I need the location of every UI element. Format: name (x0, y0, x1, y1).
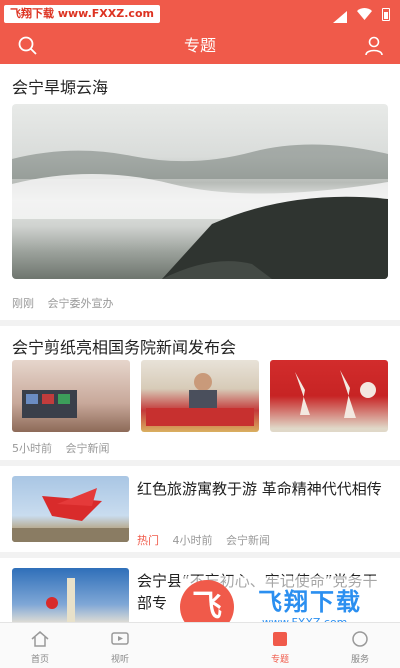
user-icon[interactable] (362, 34, 386, 58)
tab-topic[interactable]: 专题 (240, 623, 320, 668)
card-title: 会宁旱塬云海 (12, 78, 109, 97)
tab-label: 专题 (270, 655, 289, 665)
card-meta: 5小时前 会宁新闻 (12, 440, 120, 456)
tab-label: 首页 (30, 655, 49, 665)
card-source: 会宁新闻 (65, 442, 110, 455)
home-icon (30, 629, 50, 649)
status-bar: 飞翔下载 www.FXXZ.com (0, 0, 400, 28)
tab-video[interactable]: 视听 (80, 623, 160, 668)
card-meta: 刚刚 会宁委外宣办 (12, 295, 124, 311)
card-time: 5小时前 (12, 442, 52, 455)
hot-badge: 热门 (137, 534, 159, 547)
thumbnail-exhibition (12, 360, 130, 432)
site-watermark: 飞翔下载 www.FXXZ.com (4, 5, 160, 23)
card-time: 4小时前 (172, 534, 213, 547)
card-meta: 热门 4小时前 会宁新闻 (137, 532, 280, 548)
card-source: 会宁新闻 (226, 534, 270, 547)
battery-icon (382, 7, 390, 21)
tab-service[interactable]: 服务 (320, 623, 400, 668)
service-icon (350, 629, 370, 649)
thumbnail-papercut (270, 360, 388, 432)
card-hero-image (12, 104, 388, 279)
thumbnail-artist (141, 360, 259, 432)
bottom-tabbar: 首页 视听 专题 服务 (0, 622, 400, 668)
app-header: 专题 (0, 28, 400, 64)
feed-card-papercut[interactable]: 会宁剪纸亮相国务院新闻发布会 5小时前 会宁新闻 (0, 326, 400, 460)
status-icons (333, 5, 390, 24)
card-thumbnails (12, 360, 388, 432)
feed-card-cloud-sea[interactable]: 会宁旱塬云海 刚刚 会宁委外宣办 (0, 64, 400, 320)
tab-home[interactable]: 首页 (0, 623, 80, 668)
feed-list: 会宁旱塬云海 刚刚 会宁委外宣办 会宁剪纸亮相国务院新闻发布会 5小时前 会宁新… (0, 64, 400, 622)
card-thumbnail (12, 476, 129, 542)
card-thumbnail (12, 568, 129, 622)
tab-label: 服务 (350, 655, 369, 665)
feed-card-red-tourism[interactable]: 红色旅游寓教于游 革命精神代代相传 热门 4小时前 会宁新闻 (0, 466, 400, 552)
watermark-text: 飞翔下载 (258, 588, 362, 616)
tab-center[interactable] (160, 623, 240, 668)
card-time: 刚刚 (12, 297, 34, 310)
video-icon (110, 629, 130, 649)
signal-icon (333, 8, 347, 23)
page-title: 专题 (183, 36, 216, 55)
card-title: 红色旅游寓教于游 革命精神代代相传 (137, 480, 382, 498)
card-source: 会宁委外宣办 (47, 297, 114, 310)
tab-label: 视听 (110, 655, 129, 665)
wifi-icon (357, 5, 372, 24)
card-title: 会宁剪纸亮相国务院新闻发布会 (12, 338, 237, 357)
topic-icon (270, 629, 290, 649)
